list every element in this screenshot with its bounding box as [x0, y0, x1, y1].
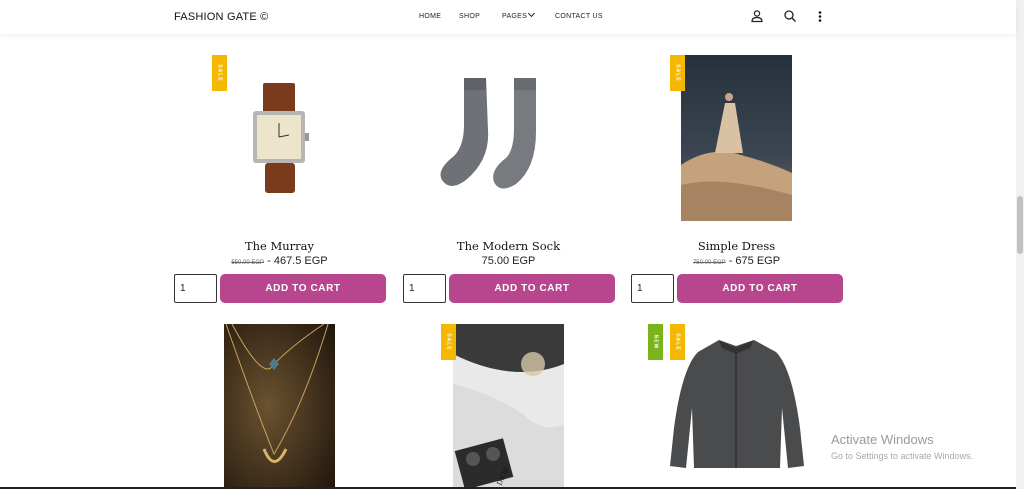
sale-badge: SALE	[441, 324, 456, 360]
add-to-cart-button[interactable]: ADD TO CART	[449, 274, 615, 303]
nav-home[interactable]: HOME	[419, 13, 441, 20]
old-price: 750.00 EGP	[692, 260, 726, 266]
quantity-input[interactable]: 1	[631, 274, 674, 303]
site-header: FASHION GATE © HOME SHOP PAGES CONTACT U…	[0, 0, 1016, 34]
sale-price: 467.5 EGP	[273, 255, 328, 267]
product-image-socks[interactable]	[436, 70, 566, 195]
chevron-down-icon	[528, 9, 536, 18]
product-image-jacket[interactable]	[664, 338, 809, 472]
product-title[interactable]: The Murray	[174, 239, 385, 253]
search-icon[interactable]	[783, 9, 797, 23]
nav-shop[interactable]: SHOP	[459, 13, 480, 20]
page: FASHION GATE © HOME SHOP PAGES CONTACT U…	[0, 0, 1024, 489]
quantity-input[interactable]: 1	[403, 274, 446, 303]
nav-contact[interactable]: CONTACT US	[555, 13, 603, 20]
add-to-cart-button[interactable]: ADD TO CART	[220, 274, 386, 303]
add-to-cart-button[interactable]: ADD TO CART	[677, 274, 843, 303]
brand-logo[interactable]: FASHION GATE ©	[174, 11, 268, 23]
user-icon[interactable]	[750, 9, 764, 23]
product-price: 750.00 EGP - 675 EGP	[631, 255, 842, 267]
product-image-watch[interactable]	[224, 55, 335, 221]
old-price: 550.00 EGP	[231, 260, 265, 266]
sale-badge: SALE	[670, 55, 685, 91]
price-separator: -	[264, 255, 274, 267]
sale-price: 675 EGP	[735, 255, 781, 267]
more-vertical-icon[interactable]	[813, 9, 827, 23]
product-image-sunglasses[interactable]: DIOR	[453, 324, 564, 489]
product-title[interactable]: Simple Dress	[631, 239, 842, 253]
sale-badge: SALE	[670, 324, 685, 360]
product-title[interactable]: The Modern Sock	[403, 239, 614, 253]
new-badge: NEW	[648, 324, 663, 360]
sale-badge: SALE	[212, 55, 227, 91]
nav-pages[interactable]: PAGES	[502, 9, 536, 20]
product-image-dress[interactable]	[681, 55, 792, 221]
product-price: 75.00 EGP	[481, 255, 536, 267]
product-price: 550.00 EGP - 467.5 EGP	[174, 255, 385, 267]
page-scrollbar[interactable]	[1016, 0, 1024, 489]
windows-watermark-subtitle: Go to Settings to activate Windows.	[831, 451, 974, 461]
quantity-input[interactable]: 1	[174, 274, 217, 303]
windows-watermark-title: Activate Windows	[831, 432, 934, 447]
product-image-necklace[interactable]	[224, 324, 335, 489]
nav-pages-label: PAGES	[502, 13, 528, 20]
price-separator: -	[725, 255, 736, 267]
scrollbar-thumb[interactable]	[1017, 196, 1023, 254]
